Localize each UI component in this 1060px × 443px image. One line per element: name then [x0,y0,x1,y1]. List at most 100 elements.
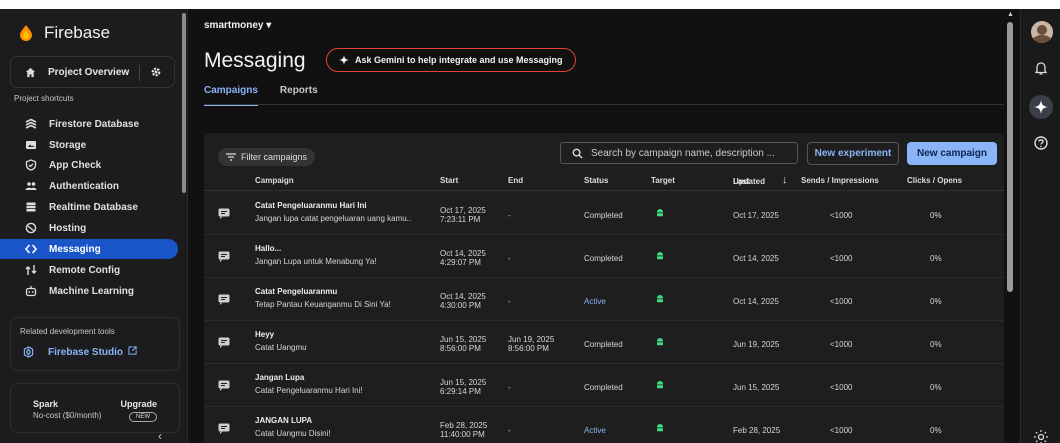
table-row[interactable]: Hallo... Jangan Lupa untuk Menabung Ya! Oc… [204,236,1004,278]
start-time: 8:56:00 PM [440,344,481,353]
status-text: Active [584,426,606,435]
start-time: 11:40:00 PM [440,430,485,439]
end-cell: - [508,254,511,263]
column-start[interactable]: Start [440,176,458,185]
campaign-body: Jangan lupa catat pengeluaran uang kamu.… [255,214,412,223]
messaging-icon [25,244,37,254]
column-target[interactable]: Target [651,176,675,185]
ask-gemini-button[interactable]: Ask Gemini to help integrate and use Mes… [326,48,576,72]
start-date: Jun 15, 2025 [440,335,487,344]
sidebar-item-realtime-database[interactable]: Realtime Database [0,197,178,217]
collapse-sidebar-icon[interactable]: ‹ [158,429,162,443]
last-updated: Jun 15, 2025 [733,383,780,392]
main-scrollbar[interactable]: ▲ [1007,11,1014,433]
message-icon [218,294,230,305]
clicks-opens: 0% [930,211,942,220]
sidebar-item-messaging[interactable]: Messaging [0,239,178,259]
android-icon [655,381,665,389]
right-rail: ▲ [1007,9,1060,443]
sidebar-scrollbar[interactable] [182,13,186,193]
sidebar-item-firestore[interactable]: Firestore Database [0,114,178,134]
firebase-studio-link[interactable]: Firebase Studio [23,346,137,358]
end-cell: - [508,383,511,392]
message-icon [218,251,230,262]
start-time: 4:29:07 PM [440,258,481,267]
sidebar-item-remote-config[interactable]: Remote Config [0,260,178,280]
new-experiment-button[interactable]: New experiment [807,142,899,165]
last-updated: Feb 28, 2025 [733,426,781,435]
table-row[interactable]: Catat Pengeluaranmu Tetap Pantau Keuangan… [204,279,1004,321]
theme-sun-icon[interactable] [1033,429,1049,443]
start-date: Oct 17, 2025 [440,206,486,215]
last-updated: Oct 17, 2025 [733,211,779,220]
firebase-studio-label: Firebase Studio [48,347,124,358]
message-icon [218,380,230,391]
page-title: Messaging [204,49,306,72]
browser-top-strip [0,0,1060,9]
status-text: Completed [584,383,623,392]
sort-down-icon[interactable]: ↓ [782,174,788,186]
project-overview-button[interactable]: Project Overview [10,56,175,88]
new-badge: NEW [129,412,157,422]
column-end[interactable]: End [508,176,523,185]
column-sends[interactable]: Sends / Impressions [801,176,879,185]
new-campaign-button[interactable]: New campaign [907,142,997,165]
start-cell: Jun 15, 2025 6:29:14 PM [440,378,486,396]
search-input[interactable]: Search by campaign name, description ... [560,142,798,164]
help-icon[interactable] [1033,135,1049,151]
status-text: Completed [584,254,623,263]
sidebar-item-label: Realtime Database [49,201,138,213]
shortcuts-label: Project shortcuts [14,94,74,103]
end-date: Jun 19, 2025 [508,335,555,344]
gemini-button[interactable] [1029,95,1053,119]
firebase-brand[interactable]: Firebase [20,23,110,43]
sends-impressions: <1000 [830,426,853,435]
last-updated: Oct 14, 2025 [733,297,779,306]
avatar[interactable] [1031,21,1053,43]
column-clicks[interactable]: Clicks / Opens [907,176,962,185]
gear-icon[interactable] [150,66,162,78]
search-icon [572,148,583,159]
project-selector[interactable]: smartmoney ▾ [204,20,271,31]
tab-reports[interactable]: Reports [280,85,318,106]
column-campaign[interactable]: Campaign [255,176,294,185]
last-updated: Oct 14, 2025 [733,254,779,263]
scrollbar-thumb[interactable] [1007,22,1013,292]
filter-label: Filter campaigns [241,152,308,162]
firebase-studio-icon [23,346,34,358]
start-date: Jun 15, 2025 [440,378,487,387]
ask-gemini-label: Ask Gemini to help integrate and use Mes… [355,55,563,65]
column-status[interactable]: Status [584,176,608,185]
scroll-up-arrow-icon[interactable]: ▲ [1007,11,1014,18]
table-header: Campaign Start End Status Target Last Upd… [204,169,1004,191]
sidebar-item-label: Messaging [49,243,101,255]
plan-name: Spark [33,399,59,409]
realtime-database-icon [26,202,36,212]
status-text: Active [584,297,606,306]
home-icon [25,67,36,77]
upgrade-link[interactable]: Upgrade [120,399,157,409]
campaign-title: Catat Pengeluaranmu [255,287,338,296]
related-tools-label: Related development tools [20,327,115,336]
table-row[interactable]: Heyy Catat Uangmu Jun 15, 2025 8:56:00 PM Ju… [204,322,1004,364]
sidebar-item-hosting[interactable]: Hosting [0,218,178,238]
sidebar: Firebase Project Overview Project shortc… [0,9,188,443]
end-cell: - [508,426,511,435]
tab-bar: Campaigns Reports [204,85,318,106]
campaign-body: Catat Uangmu Disini! [255,429,331,438]
table-row[interactable]: JANGAN LUPA Catat Uangmu Disini! Feb 28, 2… [204,408,1004,443]
tab-campaigns[interactable]: Campaigns [204,85,258,106]
sidebar-item-app-check[interactable]: App Check [0,155,178,175]
sidebar-item-storage[interactable]: Storage [0,135,178,155]
campaign-body: Jangan Lupa untuk Menabung Ya! [255,257,377,266]
sidebar-item-machine-learning[interactable]: Machine Learning [0,281,178,301]
bell-icon[interactable] [1033,61,1049,77]
table-row[interactable]: Catat Pengeluaranmu Hari Ini Jangan lupa … [204,193,1004,235]
sidebar-item-authentication[interactable]: Authentication [0,176,178,196]
start-time: 4:30:00 PM [440,301,481,310]
table-row[interactable]: Jangan Lupa Catat Pengeluaranmu Hari Ini!… [204,365,1004,407]
android-icon [655,252,665,260]
end-cell: Jun 19, 2025 8:56:00 PM [508,335,554,353]
filter-campaigns-button[interactable]: Filter campaigns [218,148,316,166]
sidebar-item-label: App Check [49,159,102,171]
